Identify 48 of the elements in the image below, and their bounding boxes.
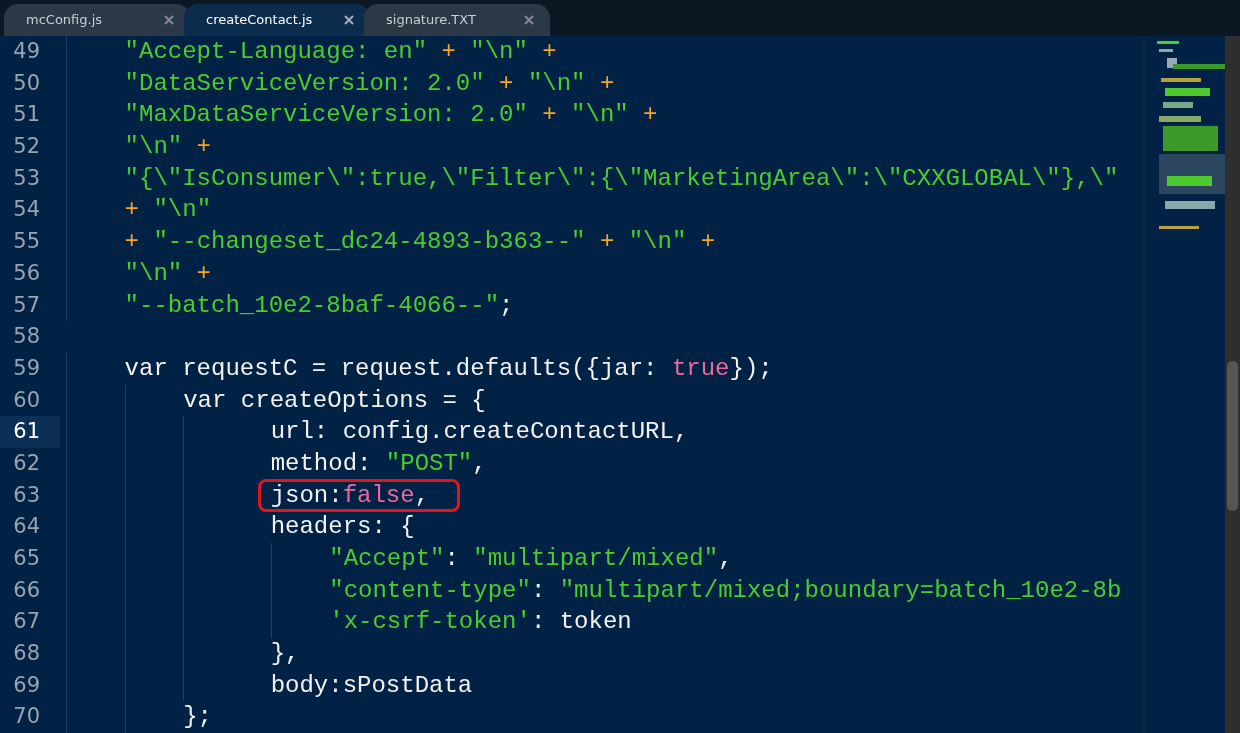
close-icon[interactable] (344, 15, 354, 25)
code-line: + "--changeset_dc24-4893-b363--" + "\n" + (66, 226, 1143, 258)
code-line: "Accept": "multipart/mixed", (66, 543, 1143, 575)
line-number: 56 (12, 259, 41, 287)
editor-tab[interactable]: signature.TXT (364, 4, 550, 36)
code-line: "\n" + (66, 257, 1143, 290)
close-icon[interactable] (164, 15, 174, 25)
code-line: headers: { (66, 511, 1143, 543)
line-number: 49 (12, 38, 41, 65)
line-number: 58 (12, 323, 41, 351)
line-number: 65 (12, 545, 41, 572)
line-number: 69 (12, 671, 41, 699)
code-line: method: "POST", (66, 447, 1143, 480)
line-number: 50 (12, 69, 41, 97)
code-line: "content-type": "multipart/mixed;boundary=batch_10e2-8b (66, 574, 1143, 607)
code-line: }; (66, 701, 1143, 733)
code-line: "\n" + (66, 131, 1143, 163)
line-number: 68 (12, 640, 41, 668)
line-number: 70 (12, 703, 41, 731)
code-line: var createOptions = { (66, 384, 1143, 417)
highlight-box: json:false, (257, 478, 461, 512)
line-number: 52 (12, 133, 41, 161)
line-number: 66 (12, 576, 41, 604)
line-number: 67 (12, 608, 41, 636)
code-line: "--batch_10e2-8baf-4066--"; (66, 289, 1143, 322)
line-number: 55 (12, 228, 41, 256)
close-icon[interactable] (524, 15, 534, 25)
code-line: "DataServiceVersion: 2.0" + "\n" + (66, 67, 1143, 100)
code-line: url: config.createContactURL, (66, 416, 1143, 448)
code-line: }, (66, 638, 1143, 670)
code-line: var requestC = request.defaults({jar: true}); (66, 352, 1143, 385)
line-number: 62 (12, 449, 41, 477)
line-number: 53 (12, 164, 41, 192)
code-line: "MaxDataServiceVersion: 2.0" + "\n" + (66, 99, 1143, 132)
line-number: 54 (12, 196, 41, 224)
code-line: 'x-csrf-token': token (66, 606, 1143, 639)
line-number: 63 (12, 481, 41, 509)
line-number: 60 (12, 386, 41, 414)
line-number: 51 (12, 101, 41, 129)
line-number: 59 (12, 354, 41, 382)
scrollbar-thumb[interactable] (1227, 361, 1238, 511)
code-line: + "\n" (66, 194, 1143, 227)
line-number: 57 (12, 291, 41, 319)
code-line: body:sPostData (66, 669, 1143, 702)
code-line: "Accept-Language: en" + "\n" + (66, 36, 1143, 68)
line-number: 64 (12, 513, 41, 541)
line-number: 61 (0, 416, 60, 448)
code-line: "{\"IsConsumer\":true,\"Filter\":{\"MarketingArea\":\"CXXGLOBAL\"},\" (66, 162, 1143, 195)
